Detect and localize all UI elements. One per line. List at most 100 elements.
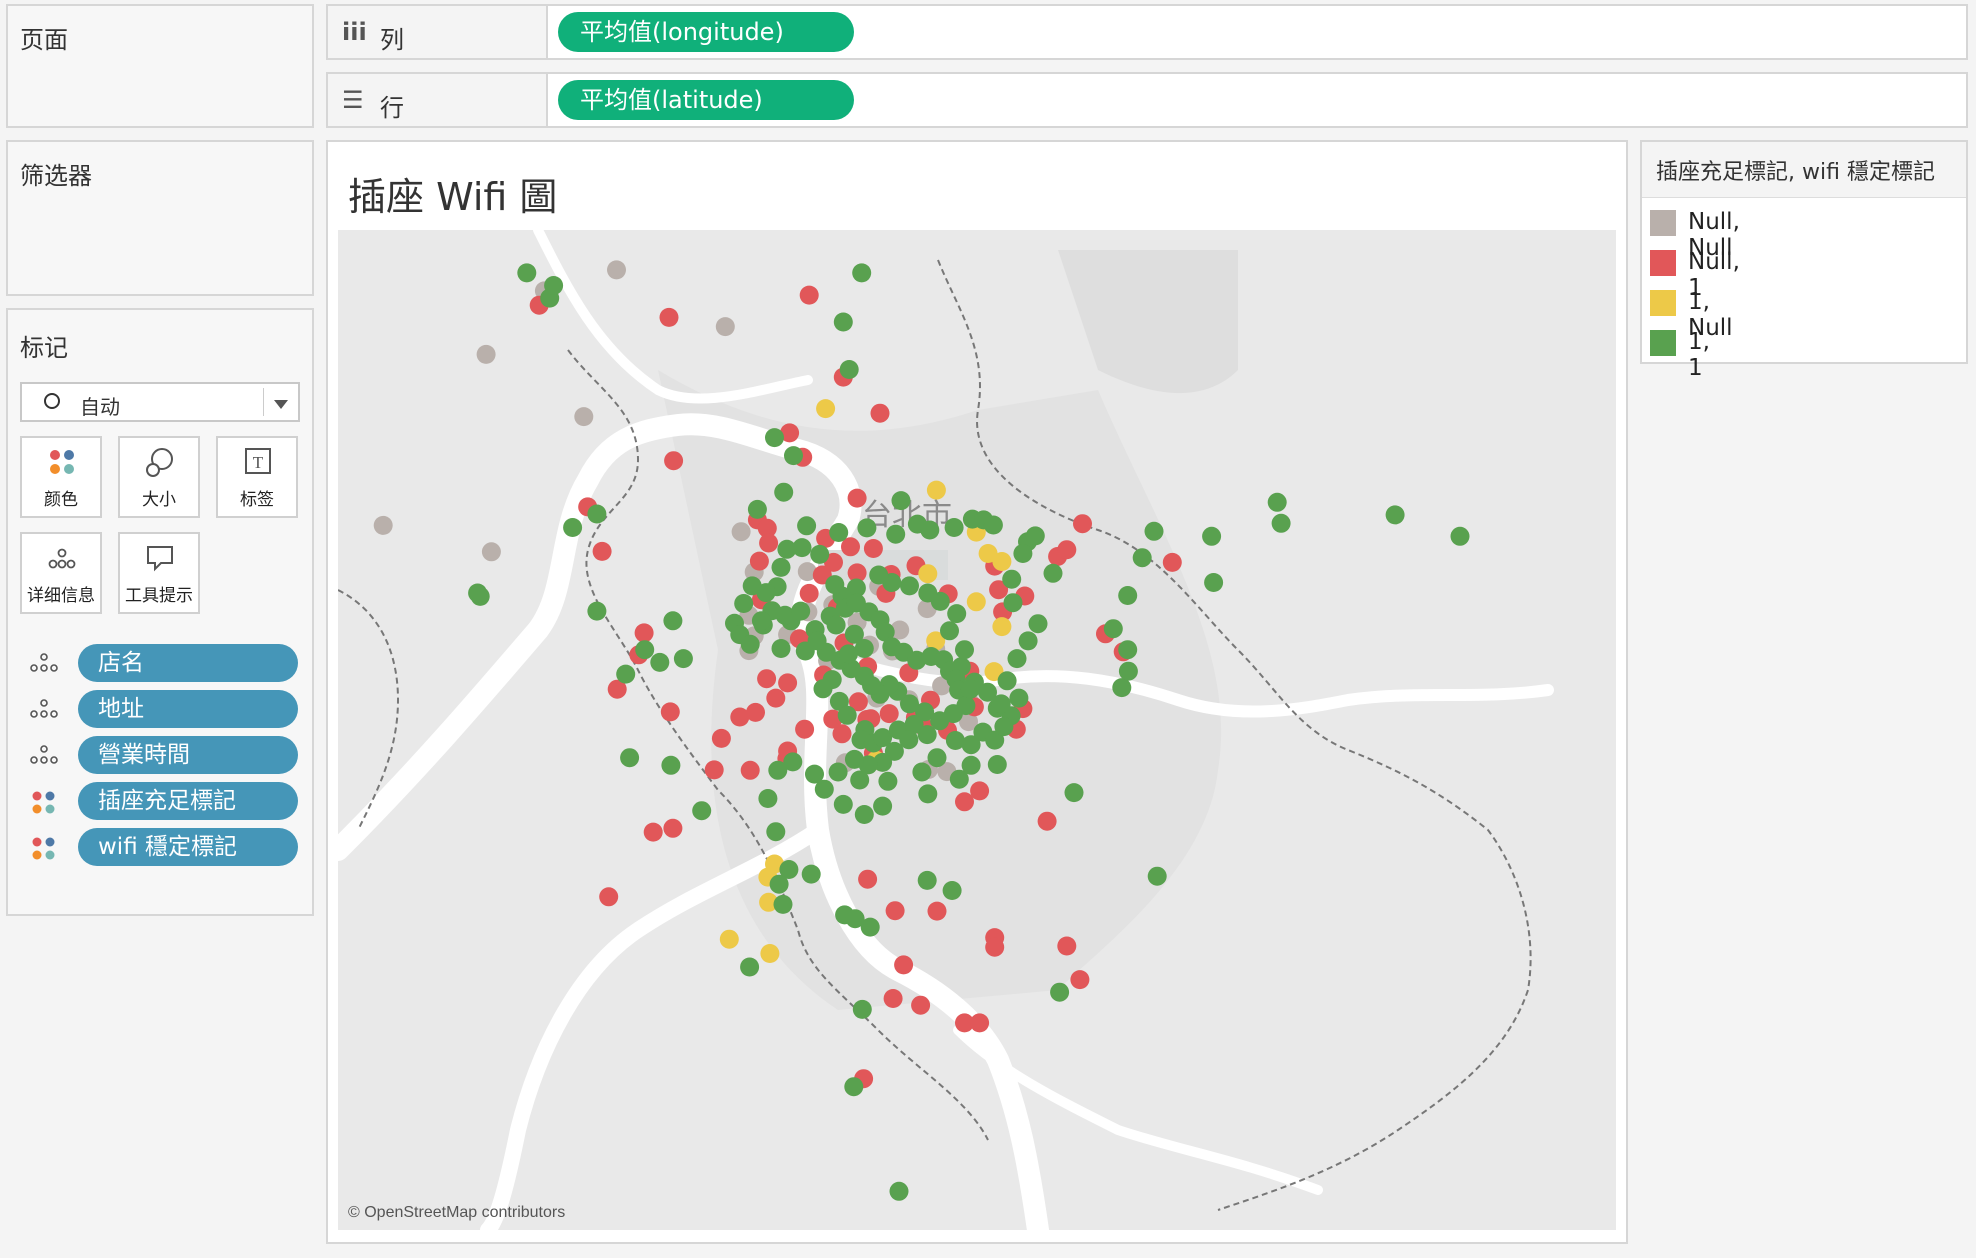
map-point[interactable] [758,789,778,808]
map-point[interactable] [1450,526,1470,546]
map-point[interactable] [742,576,762,596]
latitude-pill[interactable]: 平均值(latitude) [558,80,854,120]
filters-card[interactable]: 筛选器 [6,140,314,296]
map-point[interactable] [863,539,883,558]
map-point[interactable] [947,604,967,624]
map-point[interactable] [635,640,655,660]
map-point[interactable] [765,428,784,448]
map-point[interactable] [850,770,870,790]
map-point[interactable] [1018,631,1038,651]
map-point[interactable] [878,771,898,791]
map-point[interactable] [799,285,819,305]
map-point[interactable] [940,621,959,641]
map-point[interactable] [795,719,815,739]
field-pill[interactable]: 店名 [78,644,298,682]
map-point[interactable] [879,704,899,724]
map-point[interactable] [468,583,488,603]
field-pill[interactable]: wifi 穩定標記 [78,828,298,866]
map-point[interactable] [1073,514,1092,534]
map-point[interactable] [620,748,640,768]
map-point[interactable] [805,764,824,784]
map-point[interactable] [1070,970,1090,990]
map-point[interactable] [740,957,760,977]
map-point[interactable] [768,760,788,780]
map-point[interactable] [740,634,760,654]
map-point[interactable] [773,894,793,914]
map-point[interactable] [1057,936,1077,956]
map-point[interactable] [1050,982,1070,1002]
map-point[interactable] [634,623,654,643]
map-point[interactable] [1025,526,1045,546]
map-point[interactable] [1147,866,1167,886]
map-point[interactable] [997,671,1017,691]
map-point[interactable] [616,664,636,684]
rows-drop-zone[interactable]: 平均值(latitude) [546,74,1966,126]
map-point[interactable] [955,640,974,660]
mark-type-dropdown[interactable]: 自动 [20,382,300,422]
map-area[interactable]: 台北市 © OpenStreetMap contributors [338,230,1616,1230]
map-point[interactable] [891,491,911,511]
map-point[interactable] [833,312,853,332]
map-point[interactable] [731,522,751,542]
map-point[interactable] [944,518,964,537]
map-point[interactable] [829,523,849,542]
map-point[interactable] [1057,540,1077,560]
map-point[interactable] [1132,548,1152,568]
map-point[interactable] [517,263,537,283]
field-pill[interactable]: 營業時間 [78,736,298,774]
map-point[interactable] [900,576,919,596]
map-point[interactable] [987,755,1007,774]
map-point[interactable] [852,999,872,1019]
map-point[interactable] [970,1013,990,1033]
map-point[interactable] [1267,492,1287,512]
map-point[interactable] [607,260,626,280]
map-point[interactable] [918,564,938,584]
map-point[interactable] [885,901,905,921]
map-point[interactable] [663,611,683,631]
map-point[interactable] [860,917,880,937]
map-point[interactable] [816,399,836,419]
map-point[interactable] [1037,811,1057,831]
map-point[interactable] [883,989,903,1008]
map-point[interactable] [673,649,693,669]
columns-shelf[interactable]: iii 列 平均值(longitude) [326,4,1968,60]
field-row-address[interactable]: 地址 [28,690,298,728]
map-point[interactable] [692,801,712,821]
map-point[interactable] [918,583,938,603]
map-point[interactable] [844,1077,864,1097]
field-row-wifi-flag[interactable]: wifi 穩定標記 [28,828,298,866]
map-point[interactable] [847,488,867,508]
map-point[interactable] [774,482,794,502]
map-point[interactable] [759,533,779,553]
map-point[interactable] [852,263,872,283]
color-button[interactable]: 颜色 [20,436,102,518]
map-point[interactable] [643,822,663,842]
map-point[interactable] [650,652,670,672]
map-point[interactable] [917,870,937,890]
map-point[interactable] [1271,513,1291,533]
map-point[interactable] [373,515,393,535]
map-point[interactable] [661,755,681,775]
map-point[interactable] [807,631,827,651]
map-point[interactable] [854,805,874,824]
map-point[interactable] [992,552,1012,571]
map-point[interactable] [826,615,846,635]
map-point[interactable] [926,480,946,500]
map-point[interactable] [771,639,791,658]
map-point[interactable] [563,518,583,537]
map-point[interactable] [760,944,780,963]
map-point[interactable] [1118,586,1138,605]
map-point[interactable] [839,644,858,664]
map-point[interactable] [740,760,760,780]
map-point[interactable] [911,995,931,1015]
map-point[interactable] [1118,661,1138,681]
map-point[interactable] [1009,688,1029,708]
map-point[interactable] [587,601,607,621]
map-point[interactable] [858,869,878,889]
map-point[interactable] [1043,563,1063,583]
map-point[interactable] [599,887,619,907]
map-point[interactable] [1003,593,1023,613]
map-point[interactable] [949,769,969,789]
map-point[interactable] [1144,521,1164,541]
map-point[interactable] [970,781,990,801]
